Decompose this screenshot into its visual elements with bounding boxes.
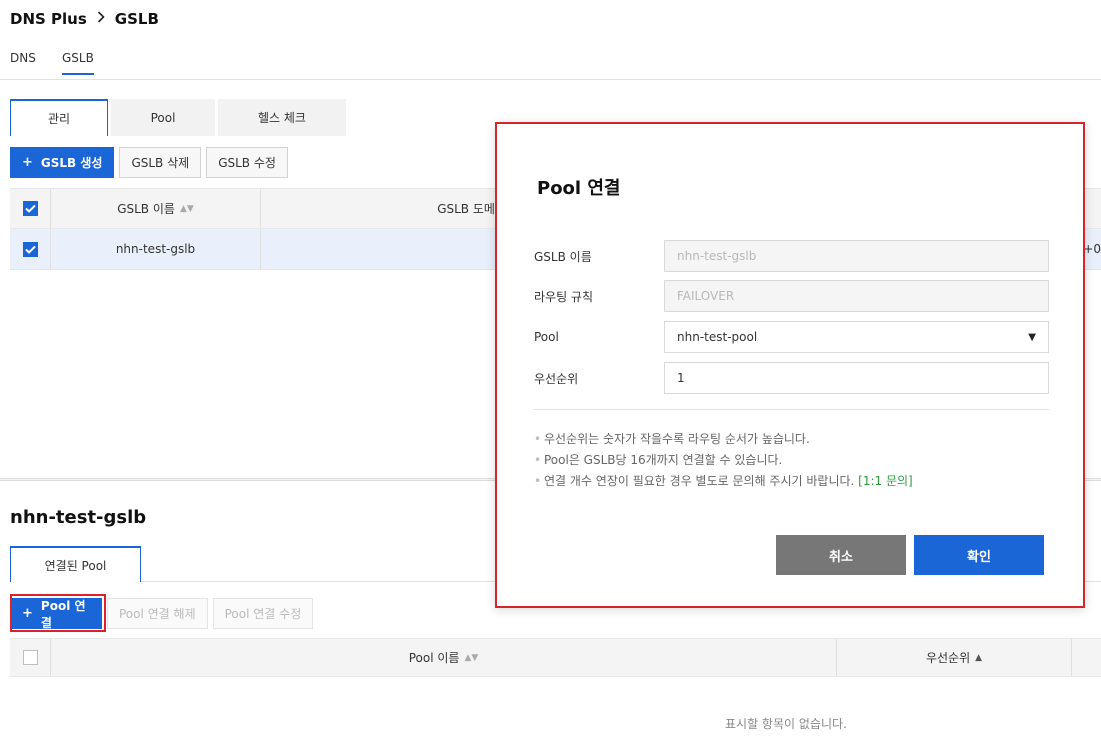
modal-notes: 우선순위는 숫자가 작을수록 라우팅 순서가 높습니다. Pool은 GSLB당… [534,429,913,492]
gslb-toolbar: + GSLB 생성 GSLB 삭제 GSLB 수정 [10,147,288,178]
pool-table: Pool 이름 ▲▼ 우선순위 ▲ [10,638,1101,677]
top-tabs: DNS GSLB [0,46,1101,80]
sub-tab-manage[interactable]: 관리 [10,99,108,136]
header-priority[interactable]: 우선순위 ▲ [837,639,1072,676]
pool-label: Pool [534,330,559,344]
note-item: 연결 개수 연장이 필요한 경우 별도로 문의해 주시기 바랍니다. [1:1 … [534,471,913,492]
form-row-priority: 우선순위 1 [534,362,1049,394]
check-icon [24,204,36,213]
detail-title: nhn-test-gslb [10,507,147,528]
sort-asc-icon: ▲ [975,652,983,663]
tab-dns[interactable]: DNS [10,51,36,73]
contact-link[interactable]: [1:1 문의] [858,474,913,488]
routing-field: FAILOVER [664,280,1049,312]
form-row-routing: 라우팅 규칙 FAILOVER [534,280,1049,312]
form-row-gslb-name: GSLB 이름 nhn-test-gslb [534,240,1049,272]
pool-select-all-cell [10,639,51,676]
confirm-button[interactable]: 확인 [914,535,1044,575]
pool-table-header: Pool 이름 ▲▼ 우선순위 ▲ [10,638,1101,677]
cancel-button[interactable]: 취소 [776,535,906,575]
priority-input[interactable]: 1 [664,362,1049,394]
routing-label: 라우팅 규칙 [534,289,594,304]
chevron-right-icon [97,11,105,27]
pool-select-all-checkbox[interactable] [22,650,38,665]
select-all-checkbox[interactable] [22,201,38,216]
pool-select[interactable]: nhn-test-pool ▼ [664,321,1049,353]
sort-icon: ▲▼ [464,652,479,663]
gslb-delete-button[interactable]: GSLB 삭제 [119,147,202,178]
tab-gslb[interactable]: GSLB [62,51,94,75]
sub-tabs: 관리 Pool 헬스 체크 [10,99,346,136]
modal-separator [534,409,1049,410]
highlight-box [10,594,106,632]
gslb-name-label: GSLB 이름 [534,249,592,264]
pool-connect-edit-button[interactable]: Pool 연결 수정 [212,598,314,629]
breadcrumb-root[interactable]: DNS Plus [10,10,87,28]
check-icon [24,245,36,254]
note-item: Pool은 GSLB당 16개까지 연결할 수 있습니다. [534,450,913,471]
header-pool-name[interactable]: Pool 이름 ▲▼ [51,639,837,676]
pool-disconnect-button[interactable]: Pool 연결 해제 [107,598,208,629]
sort-icon: ▲▼ [179,203,194,214]
modal-title: Pool 연결 [537,178,621,199]
header-gslb-name[interactable]: GSLB 이름 ▲▼ [51,189,261,228]
plus-icon: + [22,155,33,170]
note-item: 우선순위는 숫자가 작을수록 라우팅 순서가 높습니다. [534,429,913,450]
caret-down-icon: ▼ [1028,331,1036,343]
pool-connect-modal: Pool 연결 GSLB 이름 nhn-test-gslb 라우팅 규칙 FAI… [495,122,1085,608]
gslb-create-button[interactable]: + GSLB 생성 [10,147,115,178]
gslb-create-label: GSLB 생성 [40,156,103,170]
pool-select-value: nhn-test-pool [677,330,758,344]
empty-message: 표시할 항목이 없습니다. [725,717,847,731]
form-row-pool: Pool nhn-test-pool ▼ [534,321,1049,353]
row-gslb-name: nhn-test-gslb [51,229,261,269]
row-select-cell [10,229,51,269]
row-checkbox[interactable] [22,241,38,257]
breadcrumb-current: GSLB [114,10,159,28]
gslb-name-field: nhn-test-gslb [664,240,1049,272]
select-all-cell [10,189,51,228]
sub-tab-health-check[interactable]: 헬스 체크 [218,99,346,136]
tab-linked-pool[interactable]: 연결된 Pool [10,546,141,582]
priority-label: 우선순위 [534,371,579,386]
breadcrumb: DNS Plus GSLB [10,10,159,28]
sub-tab-pool[interactable]: Pool [111,99,215,136]
gslb-edit-button[interactable]: GSLB 수정 [206,147,288,178]
